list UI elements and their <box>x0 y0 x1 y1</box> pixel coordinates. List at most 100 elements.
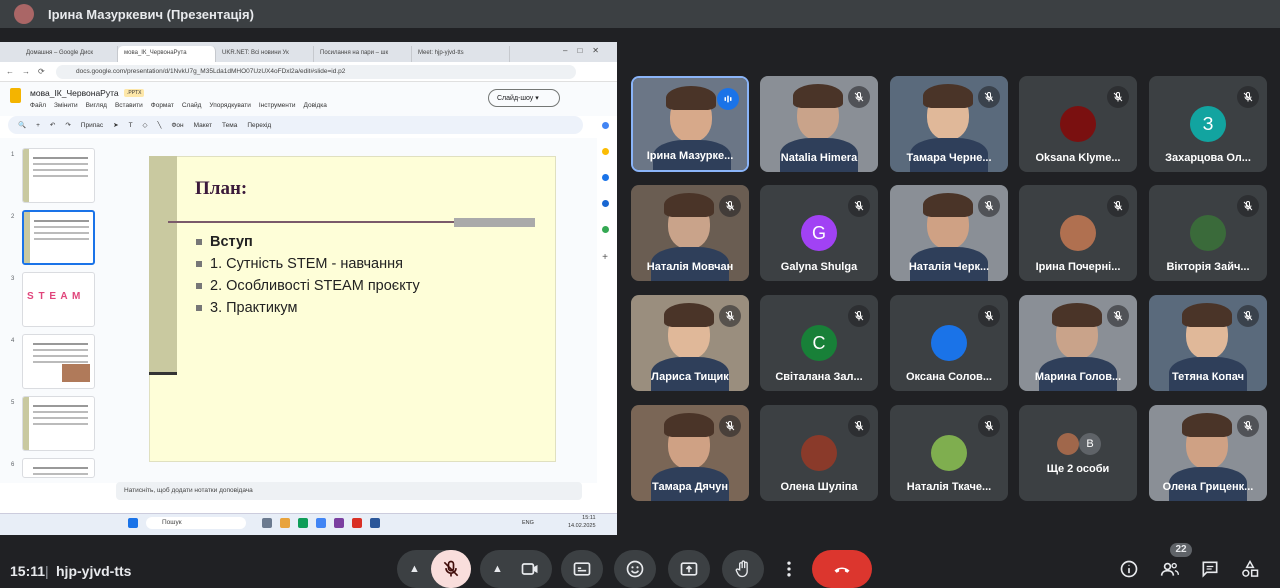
window-controls[interactable]: –□✕ <box>563 46 609 55</box>
word-icon[interactable] <box>370 518 380 528</box>
start-icon[interactable] <box>128 518 138 528</box>
taskbar-app-icon[interactable] <box>352 518 362 528</box>
slide-thumbnail[interactable] <box>22 148 95 203</box>
mic-off-icon <box>1107 86 1129 108</box>
meeting-code[interactable]: hjp-yjvd-tts <box>56 563 131 579</box>
meeting-info-button[interactable] <box>1118 558 1140 580</box>
address-input[interactable]: docs.google.com/presentation/d/1NvkU7g_M… <box>56 65 576 79</box>
participant-name: Ірина Мазурке... <box>646 150 734 162</box>
maps-icon[interactable] <box>601 226 609 233</box>
chat-button[interactable] <box>1199 558 1221 580</box>
slideshow-button[interactable]: Слайд-шоу ▾ <box>488 89 560 107</box>
language-indicator[interactable]: ENG <box>522 520 534 526</box>
add-addon-icon[interactable]: + <box>596 252 614 263</box>
zoom-select[interactable]: Припас <box>81 122 103 129</box>
menu-item[interactable]: Слайд <box>182 102 202 109</box>
mic-control[interactable]: ▲ <box>397 550 471 588</box>
undo-icon[interactable]: ↶ <box>50 121 55 129</box>
layout-button[interactable]: Макет <box>194 122 212 129</box>
participant-tile[interactable]: Марина Голов... <box>1019 295 1137 391</box>
contacts-icon[interactable] <box>601 200 609 207</box>
tasks-icon[interactable] <box>601 174 609 181</box>
nav-buttons[interactable]: ←→⟳ <box>6 67 53 76</box>
browser-tab[interactable]: Домашня – Google Диск <box>20 46 118 62</box>
participant-tile[interactable]: C Світалана Зал... <box>760 295 878 391</box>
menu-item[interactable]: Довідка <box>303 102 326 109</box>
activities-button[interactable] <box>1239 558 1261 580</box>
present-button[interactable] <box>668 550 710 588</box>
participant-tile[interactable]: Тетяна Копач <box>1149 295 1267 391</box>
slide-thumbnail[interactable] <box>22 396 95 451</box>
calendar-icon[interactable] <box>601 122 609 129</box>
folder-icon[interactable] <box>280 518 290 528</box>
participant-tile[interactable]: Вікторія Зайч... <box>1149 185 1267 281</box>
taskbar-app-icon[interactable] <box>262 518 272 528</box>
menu-item[interactable]: Вигляд <box>86 102 107 109</box>
thumb-number: 5 <box>11 400 15 406</box>
menu-item[interactable]: Вставити <box>115 102 143 109</box>
participant-tile[interactable]: Лариса Тищик <box>631 295 749 391</box>
menu-item[interactable]: Упорядкувати <box>209 102 250 109</box>
mic-off-icon <box>1237 195 1259 217</box>
menu-item[interactable]: Файл <box>30 102 46 109</box>
participant-tile[interactable]: Олена Гриценк... <box>1149 405 1267 501</box>
search-menu-icon[interactable]: 🔍 <box>18 121 26 129</box>
captions-button[interactable] <box>561 550 603 588</box>
doc-title[interactable]: мова_ІК_ЧервонаРута <box>30 88 119 98</box>
menu-item[interactable]: Змінити <box>54 102 78 109</box>
taskbar-app-icon[interactable] <box>334 518 344 528</box>
mic-off-button[interactable] <box>431 550 471 588</box>
mic-off-icon <box>443 560 459 577</box>
line-icon[interactable]: ╲ <box>158 121 162 129</box>
slide-thumbnail[interactable]: S T E A M <box>22 272 95 327</box>
menu-item[interactable]: Формат <box>151 102 174 109</box>
participant-tile[interactable]: Oksana Klyme... <box>1019 76 1137 172</box>
participant-tile[interactable]: Ірина Почерні... <box>1019 185 1137 281</box>
participant-tile[interactable]: Олена Шуліпа <box>760 405 878 501</box>
chrome-icon[interactable] <box>316 518 326 528</box>
leave-call-button[interactable] <box>812 550 872 588</box>
chevron-up-icon[interactable]: ▲ <box>492 563 503 575</box>
browser-tab[interactable]: Посилання на пари – шк <box>314 46 412 62</box>
raise-hand-button[interactable] <box>722 550 764 588</box>
participant-tile[interactable]: B Ще 2 особи <box>1019 405 1137 501</box>
participant-tile[interactable]: Наталія Ткаче... <box>890 405 1008 501</box>
menu-item[interactable]: Інструменти <box>259 102 296 109</box>
mic-off-icon <box>719 415 741 437</box>
participant-tile[interactable]: Наталія Мовчан <box>631 185 749 281</box>
participant-tile[interactable]: Тамара Черне... <box>890 76 1008 172</box>
speaker-notes[interactable]: Натисніть, щоб додати нотатки доповідача <box>116 482 582 500</box>
redo-icon[interactable]: ↷ <box>65 121 70 129</box>
participant-tile[interactable]: Ірина Мазурке... <box>631 76 749 172</box>
browser-tab[interactable]: UKR.NET: Всі новини Ук <box>216 46 314 62</box>
people-button[interactable] <box>1159 558 1181 580</box>
browser-tab-active[interactable]: мова_ІК_ЧервонаРута <box>118 46 216 62</box>
slide-thumbnail[interactable] <box>22 458 95 478</box>
taskbar-search[interactable]: Пошук <box>146 517 246 529</box>
edge-icon[interactable] <box>298 518 308 528</box>
browser-tab[interactable]: Meet: hjp-yjvd-tts <box>412 46 510 62</box>
participant-tile[interactable]: Оксана Солов... <box>890 295 1008 391</box>
menu-bar: Файл Змінити Вигляд Вставити Формат Слай… <box>30 102 327 109</box>
shape-icon[interactable]: ◇ <box>143 121 148 129</box>
text-box-icon[interactable]: T <box>129 122 133 129</box>
slide-thumbnail-selected[interactable] <box>22 210 95 265</box>
cursor-icon[interactable]: ➤ <box>113 121 118 129</box>
keep-icon[interactable] <box>601 148 609 155</box>
add-icon[interactable]: + <box>36 122 40 129</box>
participant-tile[interactable]: G Galyna Shulga <box>760 185 878 281</box>
more-options-button[interactable] <box>776 550 802 588</box>
participant-tile[interactable]: Наталія Черк... <box>890 185 1008 281</box>
reactions-button[interactable] <box>614 550 656 588</box>
chevron-up-icon[interactable]: ▲ <box>409 563 420 575</box>
taskbar-clock[interactable]: 15:11 14.02.2025 <box>568 514 596 530</box>
camera-control[interactable]: ▲ <box>480 550 552 588</box>
presenter-avatar <box>14 4 34 24</box>
background-button[interactable]: Фон <box>171 122 183 129</box>
participant-tile[interactable]: Natalia Himera <box>760 76 878 172</box>
transition-button[interactable]: Перехід <box>247 122 271 129</box>
participant-tile[interactable]: З Захарцова Ол... <box>1149 76 1267 172</box>
slide-thumbnail[interactable] <box>22 334 95 389</box>
theme-button[interactable]: Тема <box>222 122 237 129</box>
participant-tile[interactable]: Тамара Дячун <box>631 405 749 501</box>
